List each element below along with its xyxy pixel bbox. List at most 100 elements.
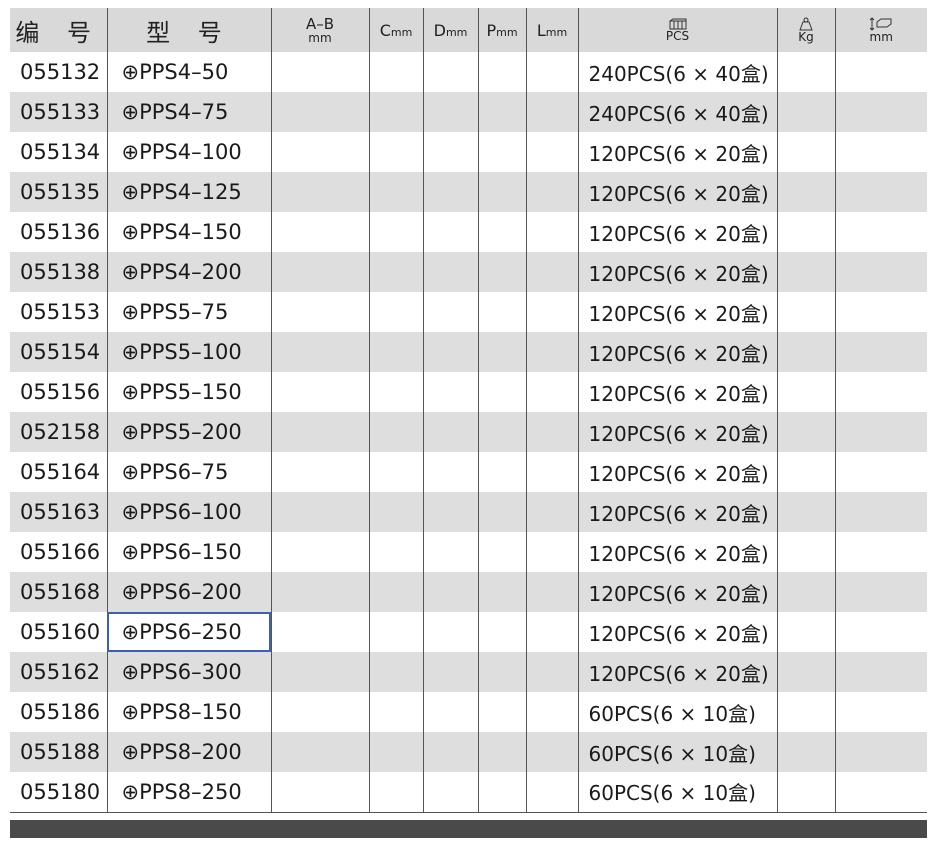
cell-l <box>525 652 579 692</box>
cell-p <box>477 532 527 572</box>
cell-c <box>368 652 424 692</box>
cell-model: ⊕PPS8–150 <box>106 692 272 732</box>
cell-d <box>422 652 479 692</box>
table-row: 055154 ⊕PPS5–100 120PCS(6 × 20盒) <box>10 332 927 372</box>
cell-c <box>368 372 424 412</box>
cell-l <box>525 212 579 252</box>
table-row: 055133 ⊕PPS4–75 240PCS(6 × 40盒) <box>10 92 927 132</box>
cell-c <box>368 612 424 652</box>
header-ab-unit: mm <box>308 30 332 45</box>
cell-p <box>477 332 527 372</box>
table-row: 055134 ⊕PPS4–100 120PCS(6 × 20盒) <box>10 132 927 172</box>
cell-l <box>525 532 579 572</box>
cell-size <box>834 132 927 172</box>
cell-p <box>477 252 527 292</box>
cell-size <box>834 652 927 692</box>
cell-kg <box>776 372 836 412</box>
cell-p <box>477 452 527 492</box>
cell-kg <box>776 52 836 92</box>
cell-p <box>477 172 527 212</box>
header-d-unit: mm <box>445 25 468 39</box>
cell-p <box>477 212 527 252</box>
cell-pack: 120PCS(6 × 20盒) <box>577 132 778 172</box>
cell-kg <box>776 772 836 813</box>
cell-c <box>368 292 424 332</box>
cell-pack: 120PCS(6 × 20盒) <box>577 492 778 532</box>
cell-pack: 240PCS(6 × 40盒) <box>577 52 778 92</box>
cell-l <box>525 372 579 412</box>
cell-p <box>477 612 527 652</box>
cell-kg <box>776 572 836 612</box>
cell-d <box>422 172 479 212</box>
cell-p <box>477 692 527 732</box>
cell-p <box>477 372 527 412</box>
cell-ab <box>270 772 370 813</box>
cell-code: 055166 <box>10 532 108 572</box>
cell-d <box>422 132 479 172</box>
cell-model: ⊕PPS5–100 <box>106 332 272 372</box>
cell-c <box>368 252 424 292</box>
cell-size <box>834 372 927 412</box>
cell-size <box>834 692 927 732</box>
cell-p <box>477 772 527 813</box>
cell-code: 055162 <box>10 652 108 692</box>
table-row: 055160 ⊕PPS6–250 120PCS(6 × 20盒) <box>10 612 927 652</box>
cell-p <box>477 292 527 332</box>
cell-d <box>422 372 479 412</box>
table-row: 055136 ⊕PPS4–150 120PCS(6 × 20盒) <box>10 212 927 252</box>
header-code: 编 号 <box>10 8 108 52</box>
cell-l <box>525 772 579 813</box>
cell-size <box>834 772 927 813</box>
cell-l <box>525 612 579 652</box>
cell-p <box>477 572 527 612</box>
cell-ab <box>270 572 370 612</box>
cell-code: 055168 <box>10 572 108 612</box>
header-c-unit: mm <box>390 25 413 39</box>
cell-model: ⊕PPS6–300 <box>106 652 272 692</box>
cell-ab <box>270 292 370 332</box>
cell-ab <box>270 332 370 372</box>
cell-pack: 120PCS(6 × 20盒) <box>577 332 778 372</box>
cell-d <box>422 412 479 452</box>
cell-l <box>525 692 579 732</box>
cell-l <box>525 92 579 132</box>
cell-model: ⊕PPS6–75 <box>106 452 272 492</box>
table-row: 055180 ⊕PPS8–250 60PCS(6 × 10盒) <box>10 772 927 813</box>
cell-model: ⊕PPS5–200 <box>106 412 272 452</box>
cell-model: ⊕PPS6–200 <box>106 572 272 612</box>
table-row: 055132 ⊕PPS4–50 240PCS(6 × 40盒) <box>10 52 927 92</box>
table-row: 055168 ⊕PPS6–200 120PCS(6 × 20盒) <box>10 572 927 612</box>
cell-c <box>368 52 424 92</box>
cell-p <box>477 92 527 132</box>
cell-model: ⊕PPS4–150 <box>106 212 272 252</box>
cell-ab <box>270 92 370 132</box>
cell-pack: 120PCS(6 × 20盒) <box>577 412 778 452</box>
cell-ab <box>270 452 370 492</box>
cell-size <box>834 252 927 292</box>
dimension-icon <box>869 17 892 31</box>
cell-d <box>422 252 479 292</box>
cell-code: 055180 <box>10 772 108 813</box>
cell-kg <box>776 92 836 132</box>
cell-l <box>525 732 579 772</box>
header-p-unit: mm <box>496 25 518 39</box>
cell-code: 055154 <box>10 332 108 372</box>
cell-c <box>368 172 424 212</box>
table-row: 055135 ⊕PPS4–125 120PCS(6 × 20盒) <box>10 172 927 212</box>
cell-c <box>368 412 424 452</box>
cell-size <box>834 292 927 332</box>
cell-ab <box>270 532 370 572</box>
cell-c <box>368 132 424 172</box>
table-row: 055163 ⊕PPS6–100 120PCS(6 × 20盒) <box>10 492 927 532</box>
cell-code: 052158 <box>10 412 108 452</box>
cell-pack: 120PCS(6 × 20盒) <box>577 372 778 412</box>
cell-ab <box>270 692 370 732</box>
cell-kg <box>776 732 836 772</box>
cell-d <box>422 212 479 252</box>
cell-ab <box>270 612 370 652</box>
header-d-label: D <box>433 20 446 40</box>
cell-code: 055132 <box>10 52 108 92</box>
cell-pack: 120PCS(6 × 20盒) <box>577 212 778 252</box>
cell-l <box>525 452 579 492</box>
cell-model: ⊕PPS6–150 <box>106 532 272 572</box>
